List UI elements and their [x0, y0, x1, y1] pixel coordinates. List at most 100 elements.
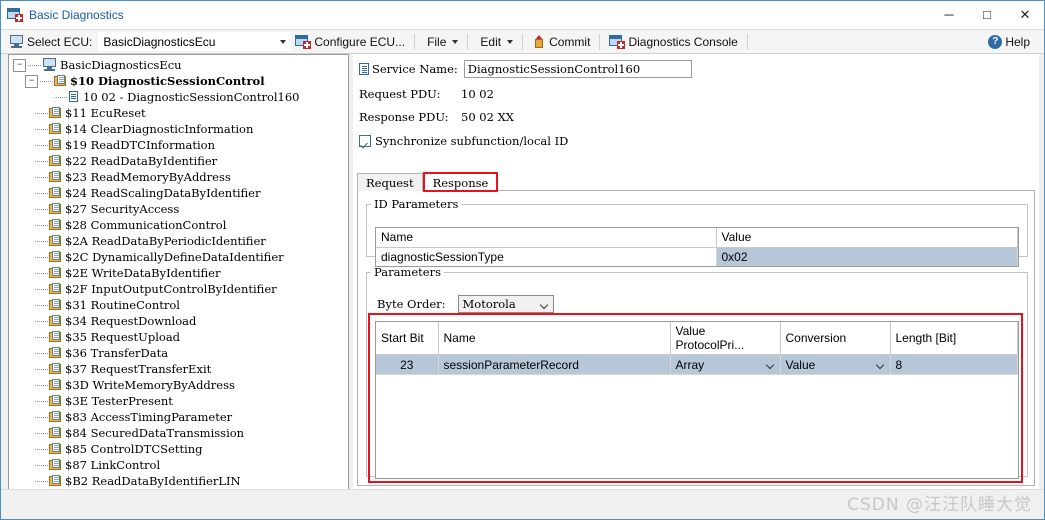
tree-node-service[interactable]: $27 SecurityAccess — [9, 201, 348, 217]
chevron-down-icon[interactable] — [877, 362, 885, 367]
tree-node-service[interactable]: $14 ClearDiagnosticInformation — [9, 121, 348, 137]
tree-node-service[interactable]: $19 ReadDTCInformation — [9, 137, 348, 153]
tab-response[interactable]: Response — [422, 172, 499, 192]
collapse-toggle[interactable]: − — [25, 74, 38, 88]
tree-connector — [35, 304, 48, 306]
tree-connector — [35, 160, 48, 162]
column-header-name[interactable]: Name — [438, 322, 671, 355]
tree-node-service[interactable]: $87 LinkControl — [9, 457, 348, 473]
column-header-start-bit[interactable]: Start Bit — [376, 322, 439, 355]
cell-conversion[interactable]: Value — [780, 354, 891, 375]
chevron-down-icon[interactable] — [767, 362, 775, 367]
service-name-input[interactable]: DiagnosticSessionControl160 — [463, 60, 692, 78]
diagnostics-app-icon — [7, 7, 23, 22]
sync-subfunction-row[interactable]: Synchronize subfunction/local ID — [359, 134, 1039, 148]
tree-node-service[interactable]: $3E TesterPresent — [9, 393, 348, 409]
tree-node-service[interactable]: $36 TransferData — [9, 345, 348, 361]
folder-icon — [49, 251, 62, 263]
id-parameters-table: Name Value diagnosticSessionType 0x02 — [376, 228, 1018, 266]
select-ecu-dropdown[interactable]: BasicDiagnosticsEcu — [98, 32, 292, 51]
tree-node-label: $24 ReadScalingDataByIdentifier — [65, 185, 261, 200]
tree-node-service[interactable]: $2A ReadDataByPeriodicIdentifier — [9, 233, 348, 249]
cell-id-param-value[interactable]: 0x02 — [716, 247, 1018, 266]
tree-node-service-child[interactable]: 10 02 - DiagnosticSessionControl160 — [9, 89, 348, 105]
minimize-button[interactable]: ─ — [930, 1, 968, 28]
toolbar-separator — [746, 33, 748, 50]
sync-subfunction-checkbox[interactable] — [359, 135, 371, 147]
tree-node-service[interactable]: $2C DynamicallyDefineDataIdentifier — [9, 249, 348, 265]
close-button[interactable]: ✕ — [1006, 1, 1044, 28]
id-parameters-grid[interactable]: Name Value diagnosticSessionType 0x02 — [375, 227, 1019, 267]
service-tree-panel[interactable]: − BasicDiagnosticsEcu − $10 DiagnosticSessi… — [8, 54, 349, 492]
tree-connector — [35, 432, 48, 434]
edit-menu-label: Edit — [480, 34, 502, 49]
toolbar-separator — [414, 33, 416, 50]
tree-node-service[interactable]: $34 RequestDownload — [9, 313, 348, 329]
tree-node-service[interactable]: $84 SecuredDataTransmission — [9, 425, 348, 441]
tree-node-label: $85 ControlDTCSetting — [65, 441, 203, 456]
tree-node-root[interactable]: − BasicDiagnosticsEcu — [9, 57, 348, 73]
diagnostics-console-label: Diagnostics Console — [628, 34, 738, 49]
tree-node-service[interactable]: − $10 DiagnosticSessionControl — [9, 73, 348, 89]
tree-node-service[interactable]: $35 RequestUpload — [9, 329, 348, 345]
tree-node-label: $14 ClearDiagnosticInformation — [65, 121, 254, 136]
tab-request[interactable]: Request — [357, 173, 423, 191]
tree-node-label: $19 ReadDTCInformation — [65, 137, 215, 152]
collapse-toggle[interactable]: − — [13, 58, 26, 72]
tree-node-service[interactable]: $11 EcuReset — [9, 105, 348, 121]
table-header-row: Start Bit Name Value ProtocolPri... Conv… — [376, 322, 1018, 355]
tree-node-service[interactable]: $22 ReadDataByIdentifier — [9, 153, 348, 169]
help-button[interactable]: ? Help — [984, 31, 1034, 52]
tree-node-service[interactable]: $23 ReadMemoryByAddress — [9, 169, 348, 185]
table-row[interactable]: 23 sessionParameterRecord Array Value 8 — [376, 354, 1018, 375]
commit-button[interactable]: Commit — [528, 31, 594, 52]
column-header-value-protocol[interactable]: Value ProtocolPri... — [670, 322, 781, 355]
maximize-button[interactable]: □ — [968, 1, 1006, 28]
tree-node-service[interactable]: $2F InputOutputControlByIdentifier — [9, 281, 348, 297]
tree-node-service[interactable]: $24 ReadScalingDataByIdentifier — [9, 185, 348, 201]
tab-request-label: Request — [366, 175, 414, 190]
tree-connector — [35, 208, 48, 210]
folder-icon — [49, 443, 62, 455]
cell-id-param-name[interactable]: diagnosticSessionType — [376, 247, 717, 266]
folder-icon — [49, 395, 62, 407]
select-ecu-label: Select ECU: — [27, 34, 93, 49]
column-header-name[interactable]: Name — [376, 228, 717, 248]
byte-order-dropdown[interactable]: Motorola — [457, 295, 554, 313]
configure-ecu-label: Configure ECU... — [314, 34, 406, 49]
file-menu[interactable]: File — [420, 31, 462, 52]
tree-node-service[interactable]: $3D WriteMemoryByAddress — [9, 377, 348, 393]
column-header-value[interactable]: Value — [716, 228, 1018, 248]
parameters-grid[interactable]: Start Bit Name Value ProtocolPri... Conv… — [375, 321, 1019, 479]
tree-connector — [35, 144, 48, 146]
commit-icon — [532, 34, 546, 49]
tree-connector — [35, 464, 48, 466]
tree-node-service[interactable]: $37 RequestTransferExit — [9, 361, 348, 377]
cell-length[interactable]: 8 — [890, 354, 1018, 375]
cell-value-protocol[interactable]: Array — [670, 354, 781, 375]
tree-node-service[interactable]: $B2 ReadDataByIdentifierLIN — [9, 473, 348, 489]
window-controls: ─ □ ✕ — [930, 1, 1044, 28]
parameters-table: Start Bit Name Value ProtocolPri... Conv… — [376, 322, 1018, 375]
folder-icon — [49, 475, 62, 487]
tree-node-service[interactable]: $85 ControlDTCSetting — [9, 441, 348, 457]
column-header-length[interactable]: Length [Bit] — [890, 322, 1018, 355]
tree-connector — [35, 336, 48, 338]
tree-node-service[interactable]: $31 RoutineControl — [9, 297, 348, 313]
byte-order-value: Motorola — [462, 297, 516, 311]
cell-start-bit[interactable]: 23 — [376, 354, 439, 375]
table-row[interactable]: diagnosticSessionType 0x02 — [376, 247, 1018, 266]
edit-menu[interactable]: Edit — [473, 31, 517, 52]
tree-node-service[interactable]: $2E WriteDataByIdentifier — [9, 265, 348, 281]
tree-node-service[interactable]: $83 AccessTimingParameter — [9, 409, 348, 425]
folder-icon — [49, 299, 62, 311]
tree-connector — [35, 192, 48, 194]
column-header-conversion[interactable]: Conversion — [780, 322, 891, 355]
tree-node-label: $3E TesterPresent — [65, 393, 173, 408]
configure-ecu-button[interactable]: Configure ECU... — [291, 31, 409, 52]
diagnostics-console-button[interactable]: Diagnostics Console — [605, 31, 741, 52]
folder-icon — [49, 203, 62, 215]
response-pdu-label: Response PDU: — [359, 110, 449, 124]
cell-param-name[interactable]: sessionParameterRecord — [438, 354, 671, 375]
tree-node-service[interactable]: $28 CommunicationControl — [9, 217, 348, 233]
